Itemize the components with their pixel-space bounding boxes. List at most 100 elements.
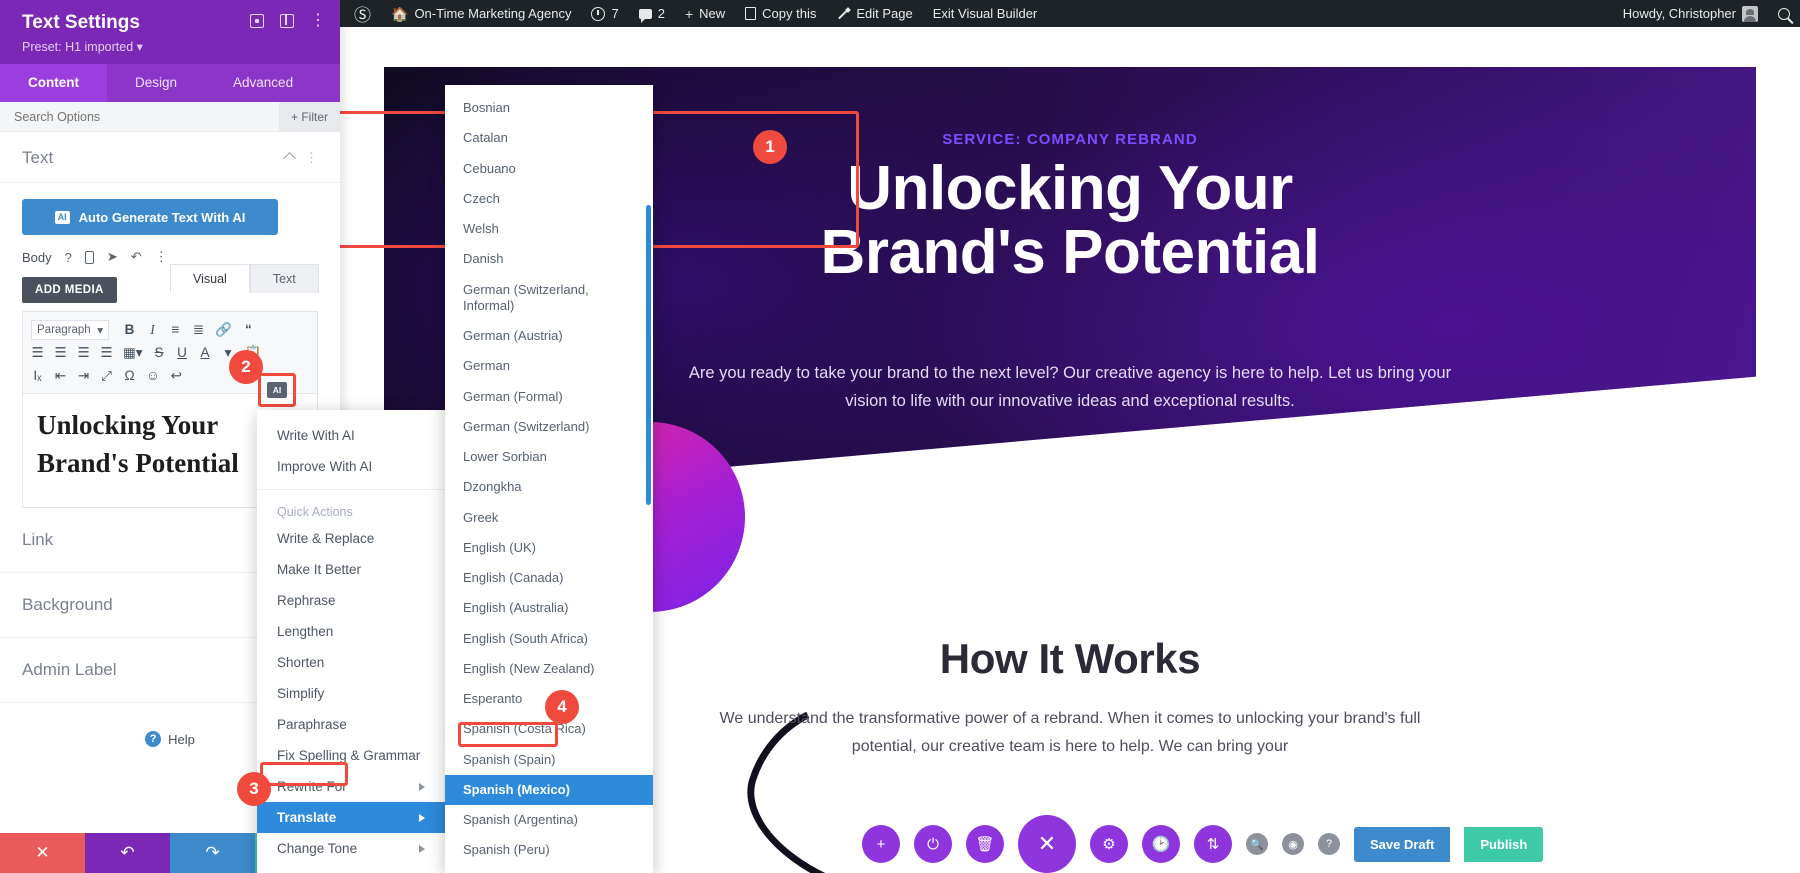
language-item-english-south-africa[interactable]: English (South Africa) [445, 624, 653, 654]
language-item-german-austria[interactable]: German (Austria) [445, 321, 653, 351]
align-left-icon[interactable]: ☰ [31, 345, 44, 361]
language-item-danish[interactable]: Danish [445, 244, 653, 274]
language-item-english-uk[interactable]: English (UK) [445, 533, 653, 563]
save-draft-button[interactable]: Save Draft [1354, 826, 1451, 862]
chevron-down-icon[interactable]: ▾ [137, 40, 143, 54]
language-item-spanish-argentina[interactable]: Spanish (Argentina) [445, 805, 653, 835]
redo-button[interactable]: ↷ [170, 833, 255, 873]
menu-item-lengthen[interactable]: Lengthen [257, 616, 445, 647]
tab-design[interactable]: Design [107, 64, 205, 102]
language-item-lower-sorbian[interactable]: Lower Sorbian [445, 442, 653, 472]
close-toolbar-button[interactable]: ✕ [1018, 815, 1076, 873]
wireframe-toggle-button[interactable]: ⏻ [914, 825, 952, 863]
bold-icon[interactable]: B [123, 322, 136, 337]
menu-item-rewrite-for[interactable]: Rewrite For [257, 771, 445, 802]
language-item-english-new-zealand[interactable]: English (New Zealand) [445, 654, 653, 684]
search-button[interactable] [1768, 0, 1800, 27]
account-menu[interactable]: Howdy, Christopher [1613, 0, 1768, 27]
align-right-icon[interactable]: ☰ [77, 345, 90, 361]
wordpress-logo-icon[interactable]: Ⓢ [340, 0, 381, 27]
language-item-english-australia[interactable]: English (Australia) [445, 593, 653, 623]
language-item-german-switzerland[interactable]: German (Switzerland) [445, 412, 653, 442]
tab-text[interactable]: Text [249, 264, 319, 293]
special-character-icon[interactable]: Ω [123, 368, 136, 383]
site-name-menu[interactable]: 🏠 On-Time Marketing Agency [381, 0, 581, 27]
outdent-icon[interactable]: ⇤ [54, 368, 67, 384]
delete-layout-button[interactable]: 🗑 [966, 825, 1004, 863]
field-more-options-icon[interactable]: ⋮ [155, 249, 168, 265]
language-menu-scrollbar[interactable] [646, 205, 651, 505]
language-item-bosnian[interactable]: Bosnian [445, 93, 653, 123]
bulleted-list-icon[interactable]: ≡ [169, 322, 182, 337]
clear-formatting-icon[interactable]: Iₓ [31, 368, 44, 383]
reset-icon[interactable]: ↶ [131, 249, 142, 265]
get-a-free-quote-button[interactable]: GET A FREE QUOTE [961, 448, 1179, 495]
emoji-icon[interactable]: ☺ [146, 368, 160, 383]
indent-icon[interactable]: ⇥ [77, 368, 90, 384]
underline-icon[interactable]: U [176, 345, 189, 360]
menu-item-improve-with-ai[interactable]: Improve With AI [257, 451, 445, 482]
inline-ai-button[interactable]: AI [267, 382, 287, 398]
tab-advanced[interactable]: Advanced [205, 64, 321, 102]
fullscreen-icon[interactable]: ⤢ [100, 368, 113, 384]
language-item-spanish-peru[interactable]: Spanish (Peru) [445, 835, 653, 865]
panel-layout-icon[interactable] [280, 14, 294, 28]
close-settings-button[interactable]: ✕ [0, 833, 85, 873]
language-item-welsh[interactable]: Welsh [445, 214, 653, 244]
language-item-german[interactable]: German [445, 351, 653, 381]
hover-state-icon[interactable]: ➤ [107, 249, 118, 265]
filter-button[interactable]: + Filter [278, 101, 340, 132]
copy-this-menu[interactable]: Copy this [735, 0, 826, 27]
responsive-device-icon[interactable] [84, 250, 94, 264]
numbered-list-icon[interactable]: ≣ [192, 322, 205, 338]
language-item-german-switzerland-informal[interactable]: German (Switzerland, Informal) [445, 275, 653, 322]
language-item-dzongkha[interactable]: Dzongkha [445, 472, 653, 502]
edit-page-menu[interactable]: Edit Page [826, 0, 922, 27]
undo-icon[interactable]: ↩ [170, 368, 183, 384]
text-color-icon[interactable]: A [199, 345, 212, 360]
text-section-header[interactable]: Text ⋮ [0, 132, 340, 183]
help-icon[interactable]: ? [65, 250, 72, 265]
menu-item-simplify[interactable]: Simplify [257, 678, 445, 709]
paragraph-format-select[interactable]: Paragraph ▾ [31, 319, 109, 340]
link-icon[interactable]: 🔗 [215, 322, 232, 338]
language-item-english-canada[interactable]: English (Canada) [445, 563, 653, 593]
layers-button[interactable]: ◉ [1282, 833, 1304, 855]
language-item-greek[interactable]: Greek [445, 503, 653, 533]
language-item-spanish-dominican-republic[interactable]: Spanish (Dominican Republic) [445, 866, 653, 873]
menu-item-paraphrase[interactable]: Paraphrase [257, 709, 445, 740]
menu-item-change-tone[interactable]: Change Tone [257, 833, 445, 864]
menu-item-make-it-better[interactable]: Make It Better [257, 554, 445, 585]
table-icon[interactable]: ▦▾ [123, 345, 143, 361]
language-item-spanish-spain[interactable]: Spanish (Spain) [445, 745, 653, 775]
search-options-input[interactable] [0, 109, 279, 124]
menu-item-shorten[interactable]: Shorten [257, 647, 445, 678]
updates-menu[interactable]: 7 [581, 0, 628, 27]
blockquote-icon[interactable]: “ [242, 322, 255, 337]
panel-more-options-icon[interactable]: ⋮ [310, 13, 326, 29]
exit-visual-builder-menu[interactable]: Exit Visual Builder [923, 0, 1048, 27]
tab-content[interactable]: Content [0, 64, 107, 102]
zoom-button[interactable]: 🔍 [1246, 833, 1268, 855]
responsive-views-button[interactable]: ⇅ [1194, 825, 1232, 863]
strikethrough-icon[interactable]: S [153, 345, 166, 360]
language-item-german-formal[interactable]: German (Formal) [445, 382, 653, 412]
menu-item-fix-spelling-and-grammar[interactable]: Fix Spelling & Grammar [257, 740, 445, 771]
help-toolbar-button[interactable]: ? [1318, 833, 1340, 855]
tab-visual[interactable]: Visual [170, 264, 250, 293]
italic-icon[interactable]: I [146, 322, 159, 338]
history-button[interactable]: 🕑 [1142, 825, 1180, 863]
auto-generate-text-with-ai-button[interactable]: AI Auto Generate Text With AI [22, 199, 278, 235]
add-media-button[interactable]: ADD MEDIA [22, 277, 117, 303]
publish-button[interactable]: Publish [1464, 826, 1544, 862]
chevron-up-icon[interactable] [283, 151, 296, 165]
settings-button[interactable]: ⚙ [1090, 825, 1128, 863]
comments-menu[interactable]: 2 [629, 0, 675, 27]
menu-item-write-and-replace[interactable]: Write & Replace [257, 523, 445, 554]
language-item-spanish-mexico[interactable]: Spanish (Mexico) [445, 774, 653, 805]
language-item-catalan[interactable]: Catalan [445, 123, 653, 153]
section-more-options-icon[interactable]: ⋮ [305, 150, 318, 166]
language-item-cebuano[interactable]: Cebuano [445, 154, 653, 184]
menu-item-rephrase[interactable]: Rephrase [257, 585, 445, 616]
align-center-icon[interactable]: ☰ [54, 345, 67, 361]
